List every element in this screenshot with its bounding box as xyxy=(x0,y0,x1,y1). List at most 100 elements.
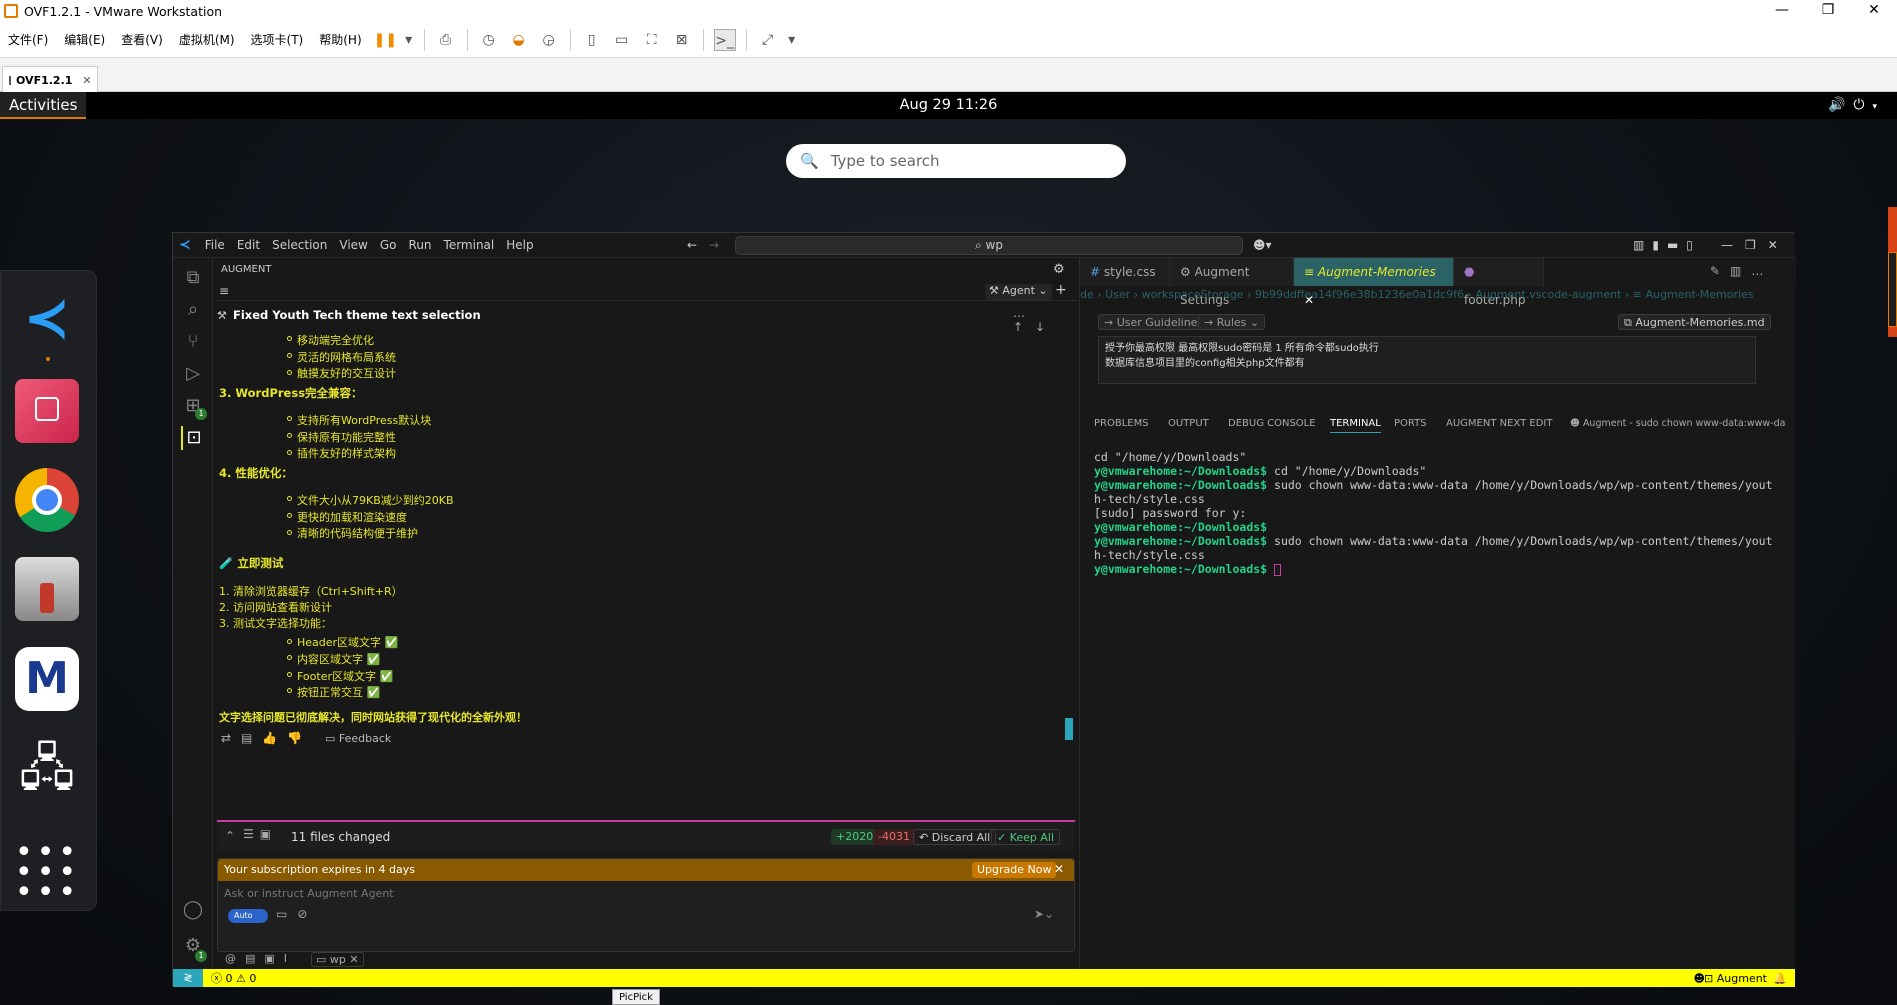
library-icon[interactable]: ▯ xyxy=(581,29,603,51)
vm-tab-close-icon[interactable]: ✕ xyxy=(82,74,91,87)
upgrade-button[interactable]: Upgrade Now xyxy=(972,862,1057,878)
explorer-icon[interactable]: ⧉ xyxy=(181,266,205,290)
system-tray[interactable]: 🔊⏻▾ xyxy=(1828,92,1885,121)
back-icon[interactable]: ← xyxy=(687,238,697,252)
menu-view[interactable]: 查看(V) xyxy=(113,31,171,48)
hamburger-icon[interactable]: ≡ xyxy=(219,284,229,298)
power-icon[interactable]: ⏻ xyxy=(1853,97,1872,113)
file-share-icon[interactable]: 🖧 xyxy=(15,736,79,800)
tab-terminal[interactable]: TERMINAL xyxy=(1330,418,1381,433)
menu-help[interactable]: 帮助(H) xyxy=(311,31,369,48)
tab-ports[interactable]: PORTS xyxy=(1394,418,1427,429)
clock[interactable]: Aug 29 11:26 xyxy=(0,92,1897,119)
message-actions[interactable]: ⇄▤👍👎 xyxy=(221,731,312,745)
agent-mode-dropdown[interactable]: ⚒ Agent ⌄ xyxy=(985,284,1052,300)
mail-app-icon[interactable]: M xyxy=(15,647,79,711)
discard-all-button[interactable]: ↶ Discard All xyxy=(913,829,997,845)
volume-icon[interactable]: 🔊 xyxy=(1828,97,1853,113)
source-control-icon[interactable]: ⑂ xyxy=(181,330,205,354)
vscode-logo-icon: ≺ xyxy=(179,237,191,253)
tab-augment-memories[interactable]: ≡ Augment-Memories ✕ xyxy=(1294,258,1454,307)
stretch-icon[interactable]: ⤢ xyxy=(757,29,779,51)
chrome-icon[interactable] xyxy=(15,468,79,532)
maximize-button[interactable]: ❐ xyxy=(1805,0,1851,22)
search-view-icon[interactable]: ⌕ xyxy=(181,298,205,322)
new-thread-icon[interactable]: + xyxy=(1055,282,1067,298)
tab-augment-settings[interactable]: ⚙ Augment Settings xyxy=(1170,258,1294,307)
subscription-banner: Your subscription expires in 4 days Upgr… xyxy=(218,859,1074,881)
activities-button[interactable]: Activities xyxy=(0,92,87,119)
rules-button[interactable]: → Rules ⌄ xyxy=(1198,314,1266,330)
tab-problems[interactable]: PROBLEMS xyxy=(1094,418,1149,429)
search-input[interactable]: Type to search xyxy=(831,152,940,170)
vs-menu-view[interactable]: View xyxy=(333,238,373,252)
pause-icon[interactable]: ❚❚ xyxy=(374,29,397,51)
augment-status[interactable]: ⊡ Augment xyxy=(1704,972,1767,985)
run-debug-icon[interactable]: ▷ xyxy=(181,362,205,386)
augment-icon[interactable]: ⊡ xyxy=(181,426,205,450)
thumbnail-icon[interactable]: ▭ xyxy=(611,29,633,51)
minimize-button[interactable]: — xyxy=(1759,0,1805,22)
keep-all-button[interactable]: ✓ Keep All xyxy=(991,829,1061,845)
menu-vm[interactable]: 虚拟机(M) xyxy=(171,31,243,48)
archive-app-icon[interactable] xyxy=(15,557,79,621)
context-tool-icons[interactable]: @▤▣I xyxy=(225,952,296,965)
forward-icon[interactable]: → xyxy=(709,238,719,252)
revert-snapshot-icon[interactable]: ◒ xyxy=(508,29,530,51)
unity-icon[interactable]: ⊠ xyxy=(671,29,693,51)
changes-bar: ⌃ ☰▣ 11 files changed +2020 -4031 ↶ Disc… xyxy=(217,823,1075,851)
show-apps-icon[interactable]: ••• ••• ••• xyxy=(15,823,79,908)
augment-input[interactable]: Ask or instruct Augment Agent xyxy=(224,887,394,900)
expand-icon[interactable]: ⌃ xyxy=(225,829,235,843)
files-changed-label[interactable]: 11 files changed xyxy=(291,830,390,844)
user-guidelines-button[interactable]: → User Guidelines xyxy=(1098,314,1210,330)
feedback-button[interactable]: ▭ Feedback xyxy=(325,732,391,745)
auto-toggle[interactable]: Auto xyxy=(228,909,268,923)
window-controls[interactable]: —❐✕ xyxy=(1721,238,1790,252)
vs-menu-selection[interactable]: Selection xyxy=(266,238,333,252)
menu-edit[interactable]: 编辑(E) xyxy=(56,31,113,48)
search-bar[interactable]: 🔍 Type to search xyxy=(786,144,1126,178)
snapshot-icon[interactable]: ◷ xyxy=(478,29,500,51)
command-center[interactable]: ⌕ wp xyxy=(735,236,1243,255)
augment-settings-icon[interactable]: ⚙ xyxy=(1053,262,1065,277)
tab-footer-php[interactable]: ⬣ footer.php xyxy=(1454,258,1544,307)
vs-menu-run[interactable]: Run xyxy=(403,238,438,252)
terminal-title[interactable]: ☻ Augment - sudo chown www-data:www-da xyxy=(1570,418,1796,429)
notifications-icon[interactable]: 🔔 xyxy=(1773,972,1787,985)
copilot-icon[interactable]: ☻▾ xyxy=(1253,238,1272,252)
vm-tab[interactable]: OVF1.2.1 ✕ xyxy=(2,66,98,93)
menu-file[interactable]: 文件(F) xyxy=(0,31,56,48)
console-view-icon[interactable]: >_ xyxy=(713,28,736,51)
vs-menu-go[interactable]: Go xyxy=(374,238,403,252)
pause-dropdown-icon[interactable]: ▾ xyxy=(404,29,414,51)
tab-style-css[interactable]: # style.css xyxy=(1080,258,1170,286)
vscode-app-icon[interactable]: ≺ xyxy=(15,289,79,353)
stretch-dropdown-icon[interactable]: ▾ xyxy=(787,29,797,51)
vs-menu-edit[interactable]: Edit xyxy=(231,238,266,252)
tab-augment-next-edit[interactable]: AUGMENT NEXT EDIT xyxy=(1446,418,1552,429)
tab-debug-console[interactable]: DEBUG CONSOLE xyxy=(1228,418,1316,429)
context-chip[interactable]: ▭ wp ✕ xyxy=(311,952,364,967)
snapshot-manager-icon[interactable]: ◶ xyxy=(538,29,560,51)
send-button[interactable]: ➤⌄ xyxy=(1034,907,1054,921)
problems-status[interactable]: ⓧ 0 ⚠ 0 xyxy=(211,970,256,986)
menu-tabs[interactable]: 选项卡(T) xyxy=(243,31,312,48)
input-tool-icons[interactable]: ▭⊘ xyxy=(276,907,317,921)
vs-menu-file[interactable]: File xyxy=(199,238,231,252)
open-memories-button[interactable]: ⧉ Augment-Memories.md xyxy=(1618,314,1771,330)
memories-textarea[interactable]: 授予你最高权限 最高权限sudo密码是 1 所有命令都sudo执行 数据库信息项… xyxy=(1098,336,1756,384)
view-toggle-icons[interactable]: ☰▣ xyxy=(243,827,277,841)
remote-icon[interactable]: ≷ xyxy=(173,969,203,987)
tab-output[interactable]: OUTPUT xyxy=(1168,418,1209,429)
layout-controls-icon[interactable]: ▥▮▬▯ xyxy=(1633,238,1701,252)
banner-close-icon[interactable]: ✕ xyxy=(1054,862,1064,876)
send-keys-icon[interactable]: ⎙ xyxy=(435,29,457,51)
vs-menu-terminal[interactable]: Terminal xyxy=(438,238,501,252)
app-icon-pink[interactable] xyxy=(15,379,79,443)
vs-menu-help[interactable]: Help xyxy=(500,238,539,252)
fullscreen-icon[interactable]: ⛶ xyxy=(641,29,663,51)
accounts-icon[interactable]: ◯ xyxy=(181,898,205,922)
close-button[interactable]: ✕ xyxy=(1851,0,1897,22)
editor-actions-icon[interactable]: ✎▥… xyxy=(1710,264,1773,278)
